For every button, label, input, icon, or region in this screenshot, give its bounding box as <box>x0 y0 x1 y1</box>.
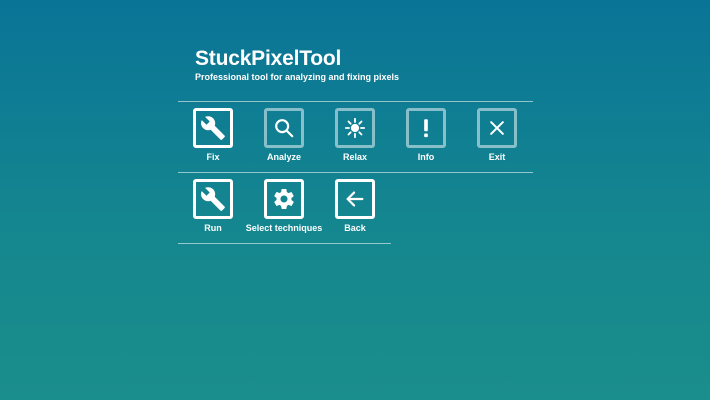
app-window: StuckPixelTool Professional tool for ana… <box>0 0 710 400</box>
app-subtitle: Professional tool for analyzing and fixi… <box>195 72 400 82</box>
divider-bottom <box>178 243 391 244</box>
gear-icon <box>264 179 304 219</box>
divider-middle <box>178 172 533 173</box>
magnifier-icon <box>264 108 304 148</box>
close-icon <box>477 108 517 148</box>
arrow-left-icon <box>335 179 375 219</box>
wrench-icon <box>193 108 233 148</box>
divider-top <box>178 101 533 102</box>
exit-label: Exit <box>488 152 506 162</box>
back-label: Back <box>344 223 366 233</box>
wrench-icon <box>193 179 233 219</box>
app-title: StuckPixelTool <box>195 47 342 70</box>
exit-button[interactable]: Exit <box>461 108 533 168</box>
back-button[interactable]: Back <box>319 179 391 239</box>
exclamation-icon <box>406 108 446 148</box>
sun-icon <box>335 108 375 148</box>
